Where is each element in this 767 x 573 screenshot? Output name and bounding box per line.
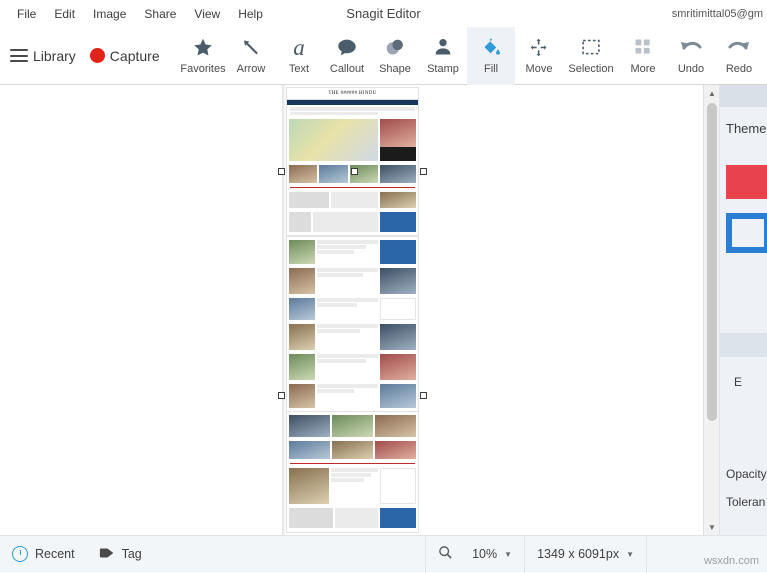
text-icon: a	[293, 34, 305, 60]
main-toolbar: Library Capture Favorites Arrow a Text C…	[0, 27, 767, 85]
library-label: Library	[33, 47, 76, 64]
callout-icon	[335, 32, 359, 62]
tool-text-label: Text	[288, 63, 310, 75]
tag-button[interactable]: Tag	[87, 546, 154, 563]
menu-item-file[interactable]: File	[8, 3, 45, 25]
hamburger-icon	[10, 49, 28, 62]
tag-icon	[99, 546, 115, 563]
effects-label: E	[734, 375, 743, 389]
menu-item-help[interactable]: Help	[229, 3, 272, 25]
editor-main: THE ###### HINDU ▲ ▼ Theme E Opacity Tol…	[0, 85, 767, 535]
toolbar-left-group: Library Capture	[0, 27, 179, 84]
status-bar: Recent Tag 10% ▼ 1349 x 6091px ▼ wsxdn.c…	[0, 535, 767, 573]
tool-favorites-label: Favorites	[180, 63, 226, 75]
canvas-vertical-scrollbar[interactable]: ▲ ▼	[703, 85, 719, 535]
capture-label: Capture	[109, 47, 160, 64]
tool-arrow[interactable]: Arrow	[227, 27, 275, 85]
chevron-down-icon: ▼	[504, 549, 513, 559]
tool-stamp-label: Stamp	[427, 63, 459, 75]
properties-panel-top-strip	[720, 85, 767, 107]
clock-icon	[12, 546, 28, 562]
selection-handle-top-right[interactable]	[420, 168, 427, 175]
watermark: wsxdn.com	[703, 555, 759, 567]
color-swatch-red[interactable]	[726, 165, 767, 199]
menu-item-image[interactable]: Image	[84, 3, 135, 25]
tool-group: Favorites Arrow a Text Callout Shape Sta…	[179, 27, 667, 85]
redo-button[interactable]: Redo	[715, 27, 763, 85]
tool-favorites[interactable]: Favorites	[179, 27, 227, 85]
menu-item-share[interactable]: Share	[135, 3, 185, 25]
tool-move[interactable]: Move	[515, 27, 563, 85]
scroll-up-icon[interactable]: ▲	[704, 85, 720, 101]
dimensions-control[interactable]: 1349 x 6091px ▼	[525, 547, 646, 561]
library-button[interactable]: Library	[10, 48, 76, 64]
recent-label: Recent	[35, 547, 75, 561]
tool-shape-label: Shape	[379, 63, 411, 75]
tool-more[interactable]: More	[619, 27, 667, 85]
canvas-area[interactable]: THE ###### HINDU	[0, 85, 703, 535]
zoom-value: 10%	[472, 547, 498, 561]
properties-panel: Theme E Opacity Toleran	[719, 85, 767, 535]
move-icon	[528, 32, 551, 62]
menu-item-view[interactable]: View	[185, 3, 229, 25]
account-email[interactable]: smritimittal05@gm	[672, 8, 763, 20]
record-dot-icon	[89, 48, 105, 63]
selection-handle-middle-right[interactable]	[420, 392, 427, 399]
selection-handle-top-left[interactable]	[278, 168, 285, 175]
properties-divider	[720, 333, 767, 357]
undo-icon	[678, 32, 704, 62]
zoom-control[interactable]: 10% ▼	[426, 545, 524, 563]
dimensions-value: 1349 x 6091px	[537, 547, 620, 561]
shape-icon	[383, 32, 407, 62]
search-icon	[438, 545, 453, 563]
color-swatch-blue-outline[interactable]	[726, 213, 767, 253]
opacity-label: Opacity	[726, 467, 767, 481]
captured-image[interactable]: THE ###### HINDU	[286, 87, 419, 533]
tool-text[interactable]: a Text	[275, 27, 323, 85]
selection-handle-middle-left[interactable]	[278, 392, 285, 399]
tool-callout[interactable]: Callout	[323, 27, 371, 85]
redo-icon	[726, 32, 752, 62]
selection-handle-top-center[interactable]	[351, 168, 358, 175]
tool-stamp[interactable]: Stamp	[419, 27, 467, 85]
undo-button[interactable]: Undo	[667, 27, 715, 85]
tool-fill-label: Fill	[483, 63, 499, 75]
selection-icon	[580, 32, 602, 62]
tag-label: Tag	[121, 547, 142, 561]
properties-title: Theme	[726, 121, 767, 136]
tool-shape[interactable]: Shape	[371, 27, 419, 85]
status-separator-3	[646, 535, 647, 573]
tolerance-label: Toleran	[726, 495, 766, 509]
tool-more-label: More	[630, 63, 656, 75]
history-group: Undo Redo	[667, 27, 767, 84]
tool-move-label: Move	[525, 63, 553, 75]
tool-callout-label: Callout	[329, 63, 365, 75]
scrollbar-thumb[interactable]	[707, 103, 717, 421]
chevron-down-icon-2: ▼	[626, 549, 634, 559]
fill-icon	[480, 32, 502, 62]
canvas-gutter	[0, 85, 282, 535]
redo-label: Redo	[725, 63, 753, 75]
page-masthead: THE ###### HINDU	[287, 88, 418, 100]
menu-item-edit[interactable]: Edit	[45, 3, 84, 25]
tool-selection[interactable]: Selection	[563, 27, 619, 85]
arrow-icon	[240, 32, 262, 62]
capture-button[interactable]: Capture	[89, 47, 160, 64]
stamp-icon	[432, 32, 454, 62]
star-icon	[192, 32, 214, 62]
undo-label: Undo	[677, 63, 705, 75]
more-icon	[633, 32, 653, 62]
tool-selection-label: Selection	[568, 63, 614, 75]
recent-button[interactable]: Recent	[0, 546, 87, 562]
tool-arrow-label: Arrow	[236, 63, 266, 75]
tool-fill[interactable]: Fill	[467, 27, 515, 85]
menu-bar: File Edit Image Share View Help Snagit E…	[0, 0, 767, 27]
scroll-down-icon[interactable]: ▼	[704, 519, 720, 535]
